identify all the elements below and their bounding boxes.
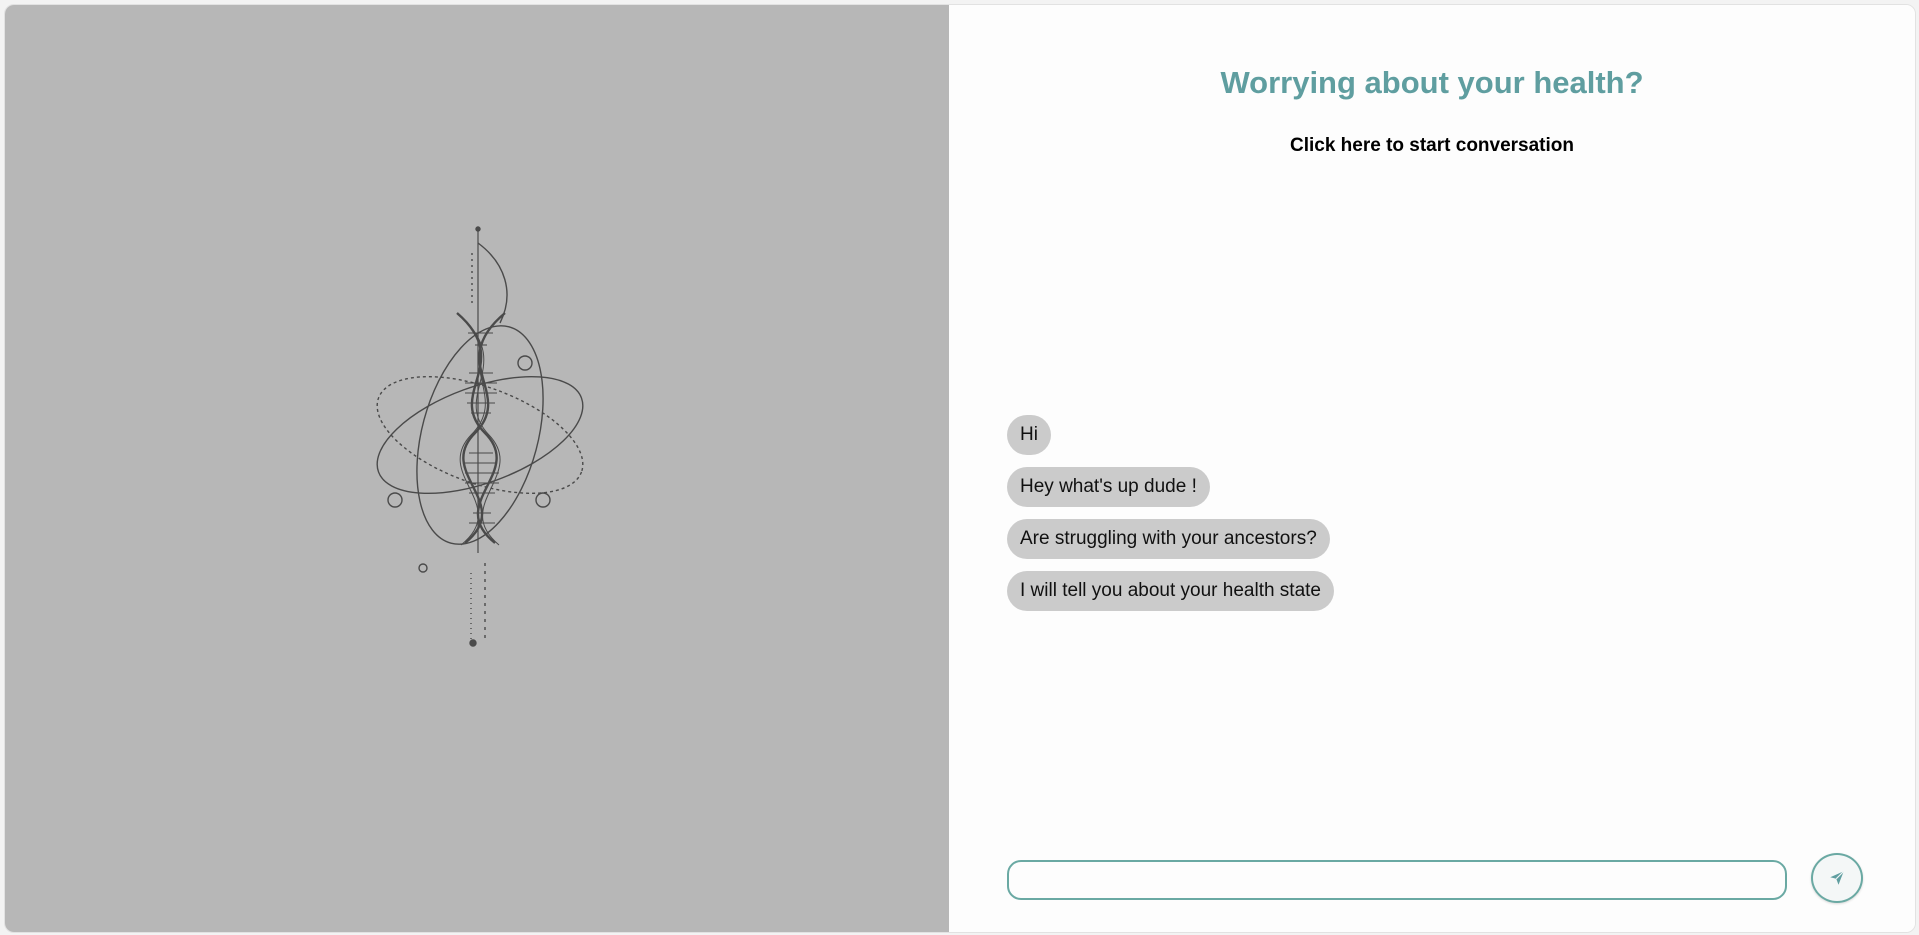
chat-message: Are struggling with your ancestors?	[1007, 519, 1330, 559]
chat-panel: Worrying about your health? Click here t…	[949, 5, 1915, 932]
chat-message: Hey what's up dude !	[1007, 467, 1210, 507]
message-list: Hi Hey what's up dude ! Are struggling w…	[1007, 415, 1335, 611]
app-window: Worrying about your health? Click here t…	[4, 4, 1916, 933]
start-conversation-link[interactable]: Click here to start conversation	[949, 135, 1915, 157]
chat-message: I will tell you about your health state	[1007, 571, 1335, 611]
dna-atom-illustration	[376, 226, 584, 647]
page-title: Worrying about your health?	[1220, 65, 1644, 100]
illustration-panel	[5, 5, 949, 932]
chat-message: Hi	[1007, 415, 1051, 455]
send-button[interactable]	[1811, 853, 1863, 903]
message-input[interactable]	[1007, 860, 1787, 900]
send-icon	[1830, 870, 1845, 885]
